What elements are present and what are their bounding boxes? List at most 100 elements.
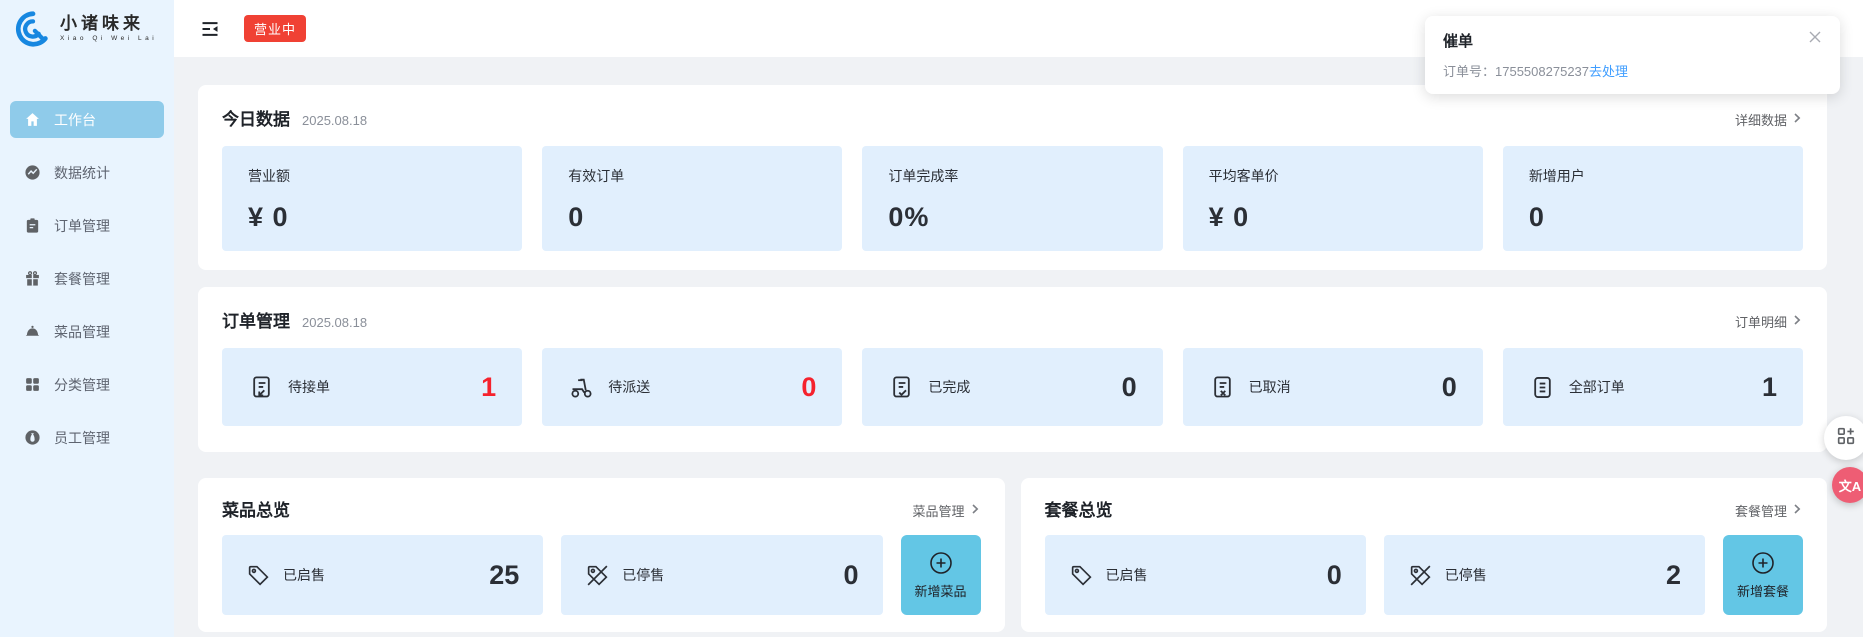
sidebar-item-label: 工作台: [54, 110, 96, 130]
add-dish-label: 新增菜品: [914, 581, 966, 600]
order-card-label: 已取消: [1249, 377, 1291, 397]
today-panel-header: 今日数据 2025.08.18 详细数据: [222, 105, 1803, 130]
order-number: 1755508275237: [1495, 64, 1589, 79]
order-card-label: 待派送: [608, 377, 650, 397]
sidebar-item-label: 订单管理: [54, 216, 110, 236]
dishes-panel-header: 菜品总览 菜品管理: [222, 496, 981, 521]
today-panel: 今日数据 2025.08.18 详细数据 营业额 ¥ 0 有效订单 0: [198, 85, 1827, 270]
mini-card-label: 已启售: [283, 565, 325, 585]
orders-panel: 订单管理 2025.08.18 订单明细 待接单 1: [198, 287, 1827, 452]
orders-date: 2025.08.18: [302, 315, 367, 330]
orders-panel-header: 订单管理 2025.08.18 订单明细: [222, 307, 1803, 332]
tag-slash-icon: [1408, 563, 1433, 588]
combo-management-link[interactable]: 套餐管理: [1735, 501, 1803, 520]
sidebar-collapse-icon[interactable]: [200, 19, 220, 39]
add-combo-button[interactable]: 新增套餐: [1723, 535, 1803, 615]
notification-title: 催单: [1443, 30, 1473, 51]
pending-delivery-card[interactable]: 待派送 0: [542, 348, 842, 426]
sidebar-item-combos[interactable]: 套餐管理: [10, 260, 164, 297]
grid-plus-icon: [1835, 425, 1857, 452]
sidebar-item-orders[interactable]: 订单管理: [10, 207, 164, 244]
order-card-value: 0: [1442, 372, 1457, 403]
combos-off-sale-card: 已停售 2: [1384, 535, 1705, 615]
brand-pinyin: Xiao Qi Wei Lai: [60, 35, 157, 42]
mini-card-value: 2: [1666, 560, 1681, 591]
plus-circle-icon: [929, 551, 953, 575]
cancelled-card[interactable]: 已取消 0: [1183, 348, 1483, 426]
gift-icon: [24, 270, 41, 287]
doc-x-icon: [1209, 374, 1236, 401]
mini-card-value: 25: [489, 560, 519, 591]
handle-order-link[interactable]: 去处理: [1589, 64, 1628, 79]
stat-label: 营业额: [248, 166, 496, 186]
mini-card-value: 0: [843, 560, 858, 591]
sidebar-item-staff[interactable]: 员工管理: [10, 419, 164, 456]
close-icon[interactable]: [1808, 30, 1822, 44]
stats-icon: [24, 164, 41, 181]
notification-header: 催单: [1443, 30, 1822, 51]
app-window: 小诸味来 Xiao Qi Wei Lai 工作台 数据统计: [0, 0, 1863, 637]
translate-icon: 文A: [1839, 476, 1861, 495]
overview-row: 菜品总览 菜品管理 已启售 25: [198, 478, 1827, 632]
brand-name: 小诸味来: [60, 15, 157, 34]
brand-logo: 小诸味来 Xiao Qi Wei Lai: [0, 0, 174, 57]
stat-value: ¥ 0: [1209, 202, 1457, 233]
orders-cards: 待接单 1 待派送 0 已完成: [222, 348, 1803, 426]
combos-on-sale-card: 已启售 0: [1045, 535, 1366, 615]
chevron-right-icon: [969, 503, 981, 518]
translate-button[interactable]: 文A: [1832, 467, 1863, 503]
dish-management-link[interactable]: 菜品管理: [912, 501, 980, 520]
cloche-icon: [24, 323, 41, 340]
completion-rate-card: 订单完成率 0%: [862, 146, 1162, 251]
sidebar: 小诸味来 Xiao Qi Wei Lai 工作台 数据统计: [0, 0, 174, 637]
scooter-icon: [568, 374, 595, 401]
order-card-value: 0: [801, 372, 816, 403]
completed-card[interactable]: 已完成 0: [862, 348, 1162, 426]
stat-value: ¥ 0: [248, 202, 496, 233]
grid-icon: [24, 376, 41, 393]
reminder-notification: 催单 订单号：1755508275237去处理: [1425, 16, 1840, 94]
mini-card-label: 已启售: [1106, 565, 1148, 585]
combos-panel-header: 套餐总览 套餐管理: [1045, 496, 1804, 521]
mini-card-label: 已停售: [1445, 565, 1487, 585]
revenue-card: 营业额 ¥ 0: [222, 146, 522, 251]
stat-label: 平均客单价: [1209, 166, 1457, 186]
status-badge: 营业中: [244, 15, 306, 42]
order-details-link[interactable]: 订单明细: [1735, 312, 1803, 331]
avg-price-card: 平均客单价 ¥ 0: [1183, 146, 1483, 251]
tag-icon: [1069, 563, 1094, 588]
order-card-label: 全部订单: [1569, 377, 1625, 397]
tag-icon: [246, 563, 271, 588]
notification-body: 订单号：1755508275237去处理: [1443, 61, 1822, 80]
dishes-off-sale-card: 已停售 0: [561, 535, 882, 615]
pending-accept-card[interactable]: 待接单 1: [222, 348, 522, 426]
clipboard-icon: [24, 217, 41, 234]
sidebar-item-statistics[interactable]: 数据统计: [10, 154, 164, 191]
tag-slash-icon: [585, 563, 610, 588]
sidebar-item-workbench[interactable]: 工作台: [10, 101, 164, 138]
dishes-on-sale-card: 已启售 25: [222, 535, 543, 615]
sidebar-item-label: 菜品管理: [54, 322, 110, 342]
all-orders-card[interactable]: 全部订单 1: [1503, 348, 1803, 426]
order-number-label: 订单号：: [1443, 64, 1495, 79]
extension-grid-button[interactable]: [1824, 416, 1863, 460]
sidebar-item-dishes[interactable]: 菜品管理: [10, 313, 164, 350]
doc-lines-icon: [1529, 374, 1556, 401]
stat-value: 0: [568, 202, 816, 233]
staff-icon: [24, 429, 41, 446]
today-details-link[interactable]: 详细数据: [1735, 110, 1803, 129]
home-icon: [24, 111, 41, 128]
chevron-right-icon: [1791, 503, 1803, 518]
combos-cards: 已启售 0 已停售 2: [1045, 535, 1804, 615]
new-users-card: 新增用户 0: [1503, 146, 1803, 251]
today-cards: 营业额 ¥ 0 有效订单 0 订单完成率 0% 平均客单价 ¥ 0: [222, 146, 1803, 251]
sidebar-item-categories[interactable]: 分类管理: [10, 366, 164, 403]
doc-check-icon: [888, 374, 915, 401]
dishes-panel: 菜品总览 菜品管理 已启售 25: [198, 478, 1005, 632]
stat-label: 有效订单: [568, 166, 816, 186]
dishes-cards: 已启售 25 已停售 0: [222, 535, 981, 615]
stat-label: 订单完成率: [888, 166, 1136, 186]
brand-logo-icon: [14, 10, 52, 48]
add-dish-button[interactable]: 新增菜品: [901, 535, 981, 615]
content-column: 营业中 今日数据 2025.08.18 详细数据 营业额 ¥ 0: [174, 0, 1863, 637]
